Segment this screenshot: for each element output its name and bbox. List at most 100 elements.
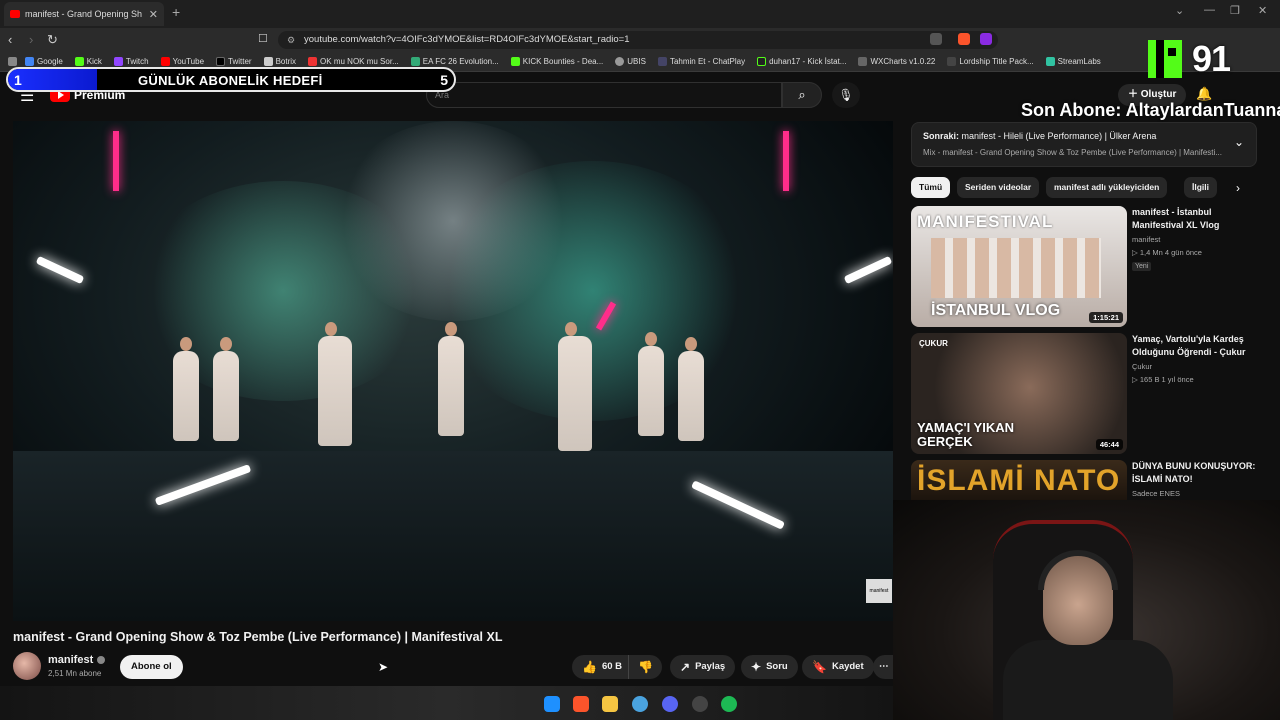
more-icon: ⋯ xyxy=(879,661,889,672)
cast-icon[interactable] xyxy=(930,33,942,45)
dislike-button[interactable]: 👎 xyxy=(628,655,662,679)
bookmark-botrix[interactable]: Botrix xyxy=(263,57,296,66)
thumbs-up-icon: 👍 xyxy=(582,660,597,674)
share-button[interactable]: ↗ Paylaş xyxy=(670,655,736,679)
bookmark-google[interactable]: Google xyxy=(25,57,63,66)
forward-icon[interactable]: › xyxy=(29,32,33,47)
url-field[interactable]: ⚙ youtube.com/watch?v=4OIFc3dYMOE&list=R… xyxy=(278,31,998,49)
thumb-brand: ÇUKUR xyxy=(919,339,948,348)
bookmark-kick[interactable]: Kick xyxy=(74,57,102,66)
channel-avatar[interactable] xyxy=(13,652,41,680)
bookmark-twitter[interactable]: Twitter xyxy=(216,57,252,66)
video-player[interactable] xyxy=(13,121,893,621)
stage-light xyxy=(783,131,789,191)
kick-logo-icon xyxy=(1148,40,1182,78)
chatplay-icon xyxy=(657,57,667,66)
save-button[interactable]: 🔖 Kaydet xyxy=(802,655,874,679)
dancer xyxy=(438,322,464,436)
like-button[interactable]: 👍 60 B xyxy=(572,655,629,679)
chip-all[interactable]: Tümü xyxy=(911,177,951,198)
stage-light xyxy=(113,131,119,191)
browser-tab[interactable]: manifest - Grand Opening Sh ✕ xyxy=(4,2,164,26)
windows-taskbar xyxy=(0,686,893,720)
chevron-right-icon[interactable]: › xyxy=(1236,181,1240,195)
video-thumbnail[interactable]: İSLAMİ NATO xyxy=(911,460,1127,500)
stage-smoke xyxy=(433,161,753,421)
plus-icon: ＋ xyxy=(1128,89,1141,100)
new-tab-icon[interactable]: + xyxy=(172,4,180,20)
thumb-people xyxy=(931,238,1101,298)
thumb-text: YAMAÇ'I YIKAN GERÇEK xyxy=(917,420,1014,449)
discord-icon[interactable] xyxy=(662,696,678,712)
apps-icon[interactable] xyxy=(8,57,17,66)
save-bookmark-icon: 🔖 xyxy=(812,660,827,674)
twitter-icon xyxy=(216,57,226,66)
goal-current: 1 xyxy=(14,72,22,88)
recommended-channel[interactable]: Sadece ENES xyxy=(1132,489,1180,498)
app-icon[interactable] xyxy=(632,696,648,712)
bookmark-kick-stats[interactable]: duhan17 - Kick İstat... xyxy=(757,57,846,66)
thumbs-down-icon: 👎 xyxy=(638,660,653,674)
video-thumbnail[interactable]: MANIFESTIVAL İSTANBUL VLOG 1:15:21 xyxy=(911,206,1127,327)
google-icon xyxy=(25,57,34,66)
search-input[interactable]: Ara xyxy=(426,82,782,108)
dancer xyxy=(173,337,199,441)
voice-search-button[interactable]: 🎙 xyxy=(832,82,860,108)
twitch-icon xyxy=(113,57,123,66)
youtube-favicon-icon xyxy=(10,10,20,18)
back-icon[interactable]: ‹ xyxy=(8,32,12,47)
bookmark-ea-fc[interactable]: EA FC 26 Evolution... xyxy=(410,57,499,66)
brave-shield-icon[interactable] xyxy=(958,33,970,45)
video-duration: 1:15:21 xyxy=(1089,312,1123,323)
subscribe-button[interactable]: Abone ol xyxy=(120,655,183,679)
kick-icon xyxy=(74,57,84,66)
bookmark-icon[interactable]: ☐ xyxy=(258,32,268,45)
close-window-icon[interactable]: ✕ xyxy=(1258,4,1267,17)
video-thumbnail[interactable]: ÇUKUR YAMAÇ'I YIKAN GERÇEK 46:44 xyxy=(911,333,1127,454)
bookmark-youtube[interactable]: YouTube xyxy=(160,57,204,66)
tab-list-icon[interactable]: ⌄ xyxy=(1175,4,1184,17)
chip-uploader[interactable]: manifest adlı yükleyiciden xyxy=(1046,177,1168,198)
channel-watermark[interactable]: manifest xyxy=(866,579,892,603)
recommended-channel[interactable]: Çukur xyxy=(1132,362,1152,371)
recommended-title[interactable]: DÜNYA BUNU KONUŞUYOR: İSLAMİ NATO! xyxy=(1132,460,1262,486)
bookmark-twitch[interactable]: Twitch xyxy=(113,57,149,66)
more-actions-button[interactable]: ⋯ xyxy=(873,655,893,679)
file-explorer-icon[interactable] xyxy=(602,696,618,712)
recommended-channel[interactable]: manifest xyxy=(1132,235,1160,244)
microphone-icon: 🎙 xyxy=(838,88,854,102)
chip-related[interactable]: İlgili xyxy=(1184,177,1217,198)
bookmark-streamlabs[interactable]: StreamLabs xyxy=(1045,57,1101,66)
obs-icon[interactable] xyxy=(692,696,708,712)
playlist-next-panel[interactable]: Sonraki: manifest - Hileli (Live Perform… xyxy=(911,122,1257,167)
close-tab-icon[interactable]: ✕ xyxy=(149,8,158,21)
recommended-title[interactable]: manifest - İstanbul Manifestival XL Vlog xyxy=(1132,206,1262,232)
reload-icon[interactable]: ↻ xyxy=(47,32,58,48)
search-button[interactable]: ⌕ xyxy=(782,82,822,108)
brave-rewards-icon[interactable] xyxy=(980,33,992,45)
maximize-icon[interactable]: ❐ xyxy=(1230,4,1240,17)
new-badge: Yeni xyxy=(1132,262,1152,271)
windows-start-icon[interactable] xyxy=(544,696,560,712)
minimize-icon[interactable]: — xyxy=(1204,4,1215,16)
site-info-icon[interactable]: ⚙ xyxy=(287,31,295,49)
bookmark-ubis[interactable]: UBIS xyxy=(615,57,646,66)
bookmark-kick-bounties[interactable]: KICK Bounties - Dea... xyxy=(510,57,603,66)
dancer xyxy=(638,332,664,436)
chip-series[interactable]: Seriden videolar xyxy=(957,177,1040,198)
recommended-title[interactable]: Yamaç, Vartolu'yla Kardeş Olduğunu Öğren… xyxy=(1132,333,1262,359)
spotify-icon[interactable] xyxy=(721,696,737,712)
browser-tab-bar: manifest - Grand Opening Sh ✕ + ⌄ — ❐ ✕ xyxy=(0,0,1280,28)
bookmark-wxcharts[interactable]: WXCharts v1.0.22 xyxy=(858,57,935,66)
chevron-down-icon[interactable]: ⌄ xyxy=(1234,135,1244,149)
kick-stats-icon xyxy=(757,57,767,66)
ask-button[interactable]: ✦ Soru xyxy=(741,655,798,679)
goal-target: 5 xyxy=(440,72,448,88)
channel-name[interactable]: manifest xyxy=(48,654,106,666)
bookmark-lordship[interactable]: Lordship Title Pack... xyxy=(947,57,1034,66)
recommended-meta: ▷ 1,4 Mn 4 gün önce xyxy=(1132,248,1202,257)
bookmark-tahmin-et[interactable]: Tahmin Et - ChatPlay xyxy=(657,57,745,66)
brave-browser-icon[interactable] xyxy=(573,696,589,712)
bookmark-ok-nok[interactable]: OK mu NOK mu Sor... xyxy=(308,57,399,66)
dancer xyxy=(678,337,704,441)
